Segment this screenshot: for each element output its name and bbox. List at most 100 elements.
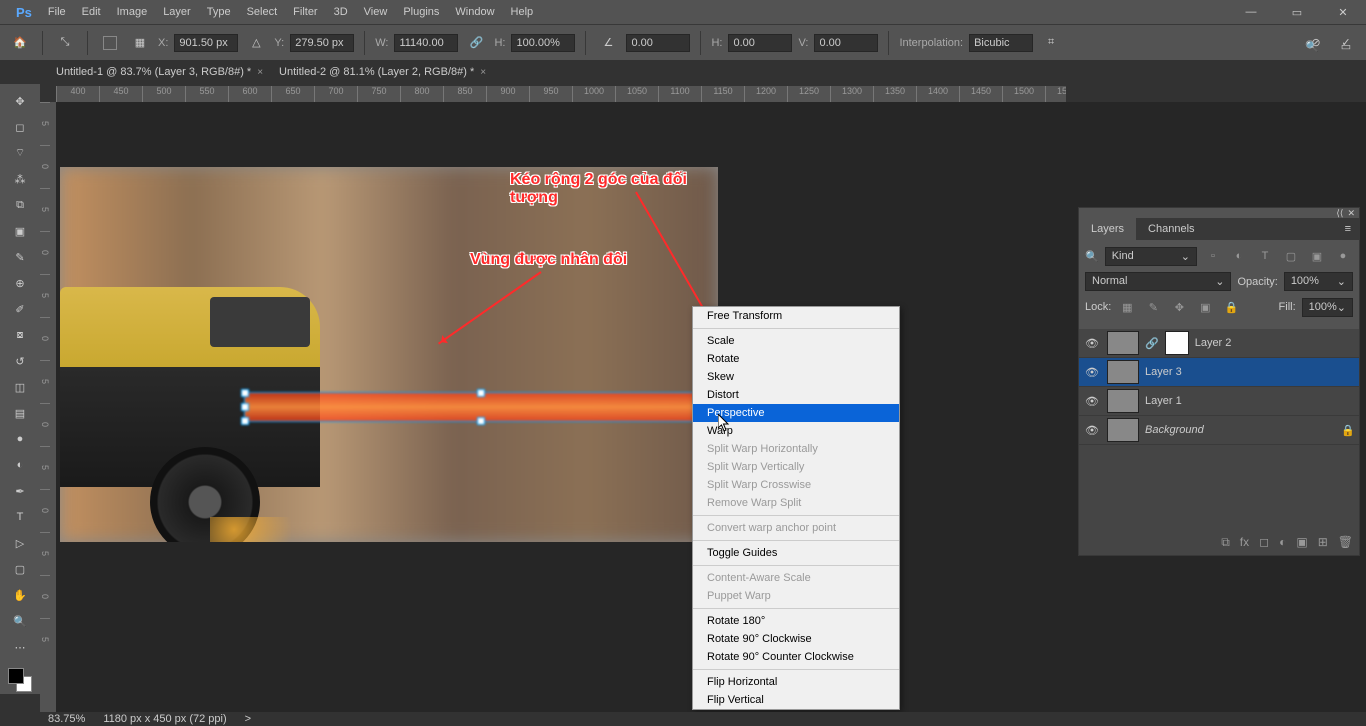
color-swatches[interactable] — [6, 666, 34, 694]
ruler-vertical[interactable]: 5050505050505 — [40, 102, 56, 712]
eyedropper-tool[interactable]: ✎ — [6, 245, 34, 269]
layer-name[interactable]: Background — [1145, 424, 1335, 436]
ctx-flip-h[interactable]: Flip Horizontal — [693, 673, 899, 691]
filter-toggle-icon[interactable]: ● — [1333, 246, 1353, 266]
layer-thumbnail[interactable] — [1107, 389, 1139, 413]
move-tool[interactable]: ✥ — [6, 89, 34, 113]
path-select-tool[interactable]: ▷ — [6, 531, 34, 555]
wand-tool[interactable]: ⁂ — [6, 167, 34, 191]
opacity-field[interactable]: 100%⌄ — [1284, 272, 1353, 291]
rotate-field[interactable]: 0.00 — [626, 34, 690, 52]
transform-handle-ml[interactable] — [241, 403, 249, 411]
adjustment-icon[interactable]: ◐ — [1279, 535, 1286, 549]
close-tab-icon[interactable]: × — [257, 67, 263, 78]
visibility-icon[interactable]: 👁 — [1083, 424, 1101, 437]
window-minimize[interactable]: — — [1228, 0, 1274, 24]
workspace-icon[interactable]: ▭ — [1332, 34, 1360, 58]
layer-row[interactable]: 👁Layer 1 — [1079, 387, 1359, 416]
layer-name[interactable]: Layer 3 — [1145, 366, 1355, 378]
menu-image[interactable]: Image — [109, 6, 156, 18]
lock-artboard-icon[interactable]: ▣ — [1195, 297, 1215, 317]
collapse-panel-icon[interactable]: ⟨⟨ — [1336, 208, 1343, 219]
panel-menu-icon[interactable]: ≡ — [1337, 218, 1359, 240]
lock-position-icon[interactable]: ✥ — [1169, 297, 1189, 317]
filter-smart-icon[interactable]: ▣ — [1307, 246, 1327, 266]
home-icon[interactable]: 🏠 — [8, 31, 32, 55]
lock-transparency-icon[interactable]: ▦ — [1117, 297, 1137, 317]
filter-type-icon[interactable]: T — [1255, 246, 1275, 266]
layer-name[interactable]: Layer 1 — [1145, 395, 1355, 407]
ref-grid-icon[interactable]: ▦ — [128, 31, 152, 55]
window-maximize[interactable]: ▭ — [1274, 0, 1320, 24]
menu-filter[interactable]: Filter — [285, 6, 325, 18]
menu-window[interactable]: Window — [447, 6, 502, 18]
ctx-distort[interactable]: Distort — [693, 386, 899, 404]
layer-thumbnail[interactable] — [1107, 331, 1139, 355]
kind-search-icon[interactable]: 🔍 — [1085, 250, 1099, 263]
edit-toolbar[interactable]: ⋯ — [6, 635, 34, 659]
filter-shape-icon[interactable]: ▢ — [1281, 246, 1301, 266]
menu-edit[interactable]: Edit — [74, 6, 109, 18]
ctx-scale[interactable]: Scale — [693, 332, 899, 350]
tab-untitled-1[interactable]: Untitled-1 @ 83.7% (Layer 3, RGB/8#) * × — [48, 62, 271, 82]
transform-handle-bl[interactable] — [241, 417, 249, 425]
y-field[interactable]: 279.50 px — [290, 34, 354, 52]
layer-name[interactable]: Layer 2 — [1195, 337, 1355, 349]
lasso-tool[interactable]: ⌔ — [6, 141, 34, 165]
transform-handle-tl[interactable] — [241, 389, 249, 397]
type-tool[interactable]: T — [6, 505, 34, 529]
layer-mask[interactable] — [1165, 331, 1189, 355]
layer-row[interactable]: 👁Background🔒 — [1079, 416, 1359, 445]
filter-adjust-icon[interactable]: ◐ — [1229, 246, 1249, 266]
transform-selection[interactable] — [244, 392, 718, 422]
ctx-flip-v[interactable]: Flip Vertical — [693, 691, 899, 709]
stamp-tool[interactable]: ⧇ — [6, 323, 34, 347]
window-close[interactable]: ✕ — [1320, 0, 1366, 24]
filter-kind-select[interactable]: Kind⌄ — [1105, 247, 1197, 266]
close-tab-icon[interactable]: × — [480, 67, 486, 78]
skew-v-field[interactable]: 0.00 — [814, 34, 878, 52]
gradient-tool[interactable]: ▤ — [6, 401, 34, 425]
pen-tool[interactable]: ✒ — [6, 479, 34, 503]
menu-plugins[interactable]: Plugins — [395, 6, 447, 18]
dodge-tool[interactable]: ◐ — [6, 453, 34, 477]
tab-untitled-2[interactable]: Untitled-2 @ 81.1% (Layer 2, RGB/8#) * × — [271, 62, 494, 82]
tab-layers[interactable]: Layers — [1079, 218, 1136, 240]
new-layer-icon[interactable]: ⊞ — [1318, 535, 1328, 549]
ctx-rotate-90cc[interactable]: Rotate 90° Counter Clockwise — [693, 648, 899, 666]
zoom-tool[interactable]: 🔍 — [6, 609, 34, 633]
filter-pixel-icon[interactable]: ▫ — [1203, 246, 1223, 266]
eraser-tool[interactable]: ◫ — [6, 375, 34, 399]
warp-mode-icon[interactable]: ⌗ — [1039, 31, 1063, 55]
ruler-horizontal[interactable]: 4004505005506006507007508008509009501000… — [56, 86, 1066, 102]
w-field[interactable]: 11140.00 — [394, 34, 458, 52]
group-icon[interactable]: ▣ — [1296, 535, 1307, 549]
blur-tool[interactable]: ● — [6, 427, 34, 451]
transform-tool-icon[interactable]: ⤡ — [53, 31, 77, 55]
ctx-rotate[interactable]: Rotate — [693, 350, 899, 368]
marquee-tool[interactable]: ◻ — [6, 115, 34, 139]
artboard[interactable]: Kéo rộng 2 góc của đối tượng Vùng được n… — [60, 167, 718, 542]
menu-3d[interactable]: 3D — [326, 6, 356, 18]
shape-tool[interactable]: ▢ — [6, 557, 34, 581]
add-mask-icon[interactable]: ◻ — [1259, 535, 1269, 549]
layer-fx-icon[interactable]: fx — [1240, 535, 1249, 549]
reference-point-icon[interactable] — [98, 31, 122, 55]
lock-pixels-icon[interactable]: ✎ — [1143, 297, 1163, 317]
ctx-toggle-guides[interactable]: Toggle Guides — [693, 544, 899, 562]
ctx-rotate-180[interactable]: Rotate 180° — [693, 612, 899, 630]
interpolation-select[interactable]: Bicubic — [969, 34, 1033, 52]
visibility-icon[interactable]: 👁 — [1083, 366, 1101, 379]
ctx-rotate-90c[interactable]: Rotate 90° Clockwise — [693, 630, 899, 648]
zoom-level[interactable]: 83.75% — [48, 713, 85, 725]
tab-channels[interactable]: Channels — [1136, 218, 1206, 240]
transform-handle-tc[interactable] — [477, 389, 485, 397]
delete-layer-icon[interactable]: 🗑 — [1338, 535, 1353, 549]
layer-thumbnail[interactable] — [1107, 418, 1139, 442]
doc-dimensions[interactable]: 1180 px x 450 px (72 ppi) — [103, 713, 226, 725]
close-panel-icon[interactable]: ✕ — [1347, 208, 1355, 219]
visibility-icon[interactable]: 👁 — [1083, 337, 1101, 350]
menu-select[interactable]: Select — [239, 6, 286, 18]
link-icon[interactable]: 🔗 — [464, 31, 488, 55]
ctx-free-transform[interactable]: Free Transform — [693, 307, 899, 325]
